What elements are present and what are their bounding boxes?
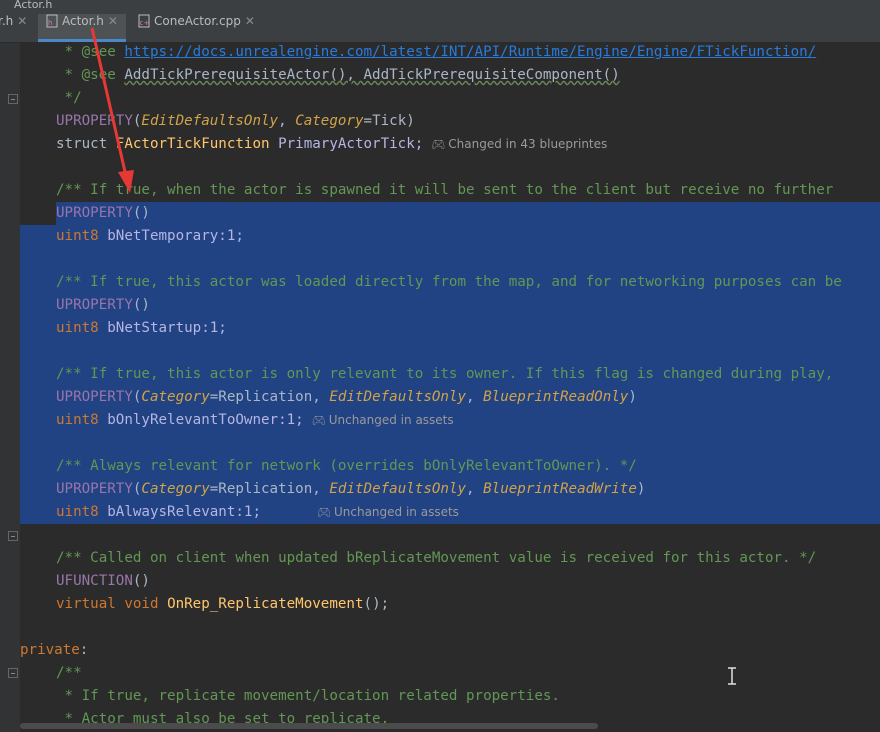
code-line: /** If true, this actor is only relevant… bbox=[56, 366, 834, 382]
svg-text:c+: c+ bbox=[140, 19, 150, 27]
close-icon[interactable]: ✕ bbox=[17, 14, 27, 28]
gamepad-icon: 🎮︎ bbox=[431, 138, 446, 151]
asset-usage-hint[interactable]: 🎮︎ Unchanged in assets bbox=[317, 505, 459, 519]
code-line: * @see AddTickPrerequisiteActor(), AddTi… bbox=[56, 67, 620, 83]
cpp-file-icon: c+ bbox=[138, 14, 150, 28]
editor-gutter bbox=[0, 43, 20, 732]
code-line: /** If true, this actor was loaded direc… bbox=[56, 274, 842, 290]
blueprint-usage-hint[interactable]: 🎮︎ Changed in 43 blueprintes bbox=[431, 137, 607, 151]
code-line: UPROPERTY(Category=Replication, EditDefa… bbox=[56, 389, 637, 405]
code-line: /** If true, when the actor is spawned i… bbox=[56, 182, 834, 198]
code-line: virtual void OnRep_ReplicateMovement(); bbox=[56, 596, 390, 612]
code-line: * @see https://docs.unrealengine.com/lat… bbox=[56, 44, 817, 60]
editor-tab-bar: r.h✕ hActor.h✕ c+ConeActor.cpp✕ bbox=[0, 14, 880, 43]
code-line: uint8 bAlwaysRelevant:1; 🎮︎ Unchanged in a… bbox=[56, 504, 459, 520]
code-line: struct FActorTickFunction PrimaryActorTi… bbox=[56, 136, 608, 152]
tab-coneactor-cpp[interactable]: c+ ConeActor.cpp ✕ bbox=[138, 14, 255, 42]
gamepad-icon: 🎮︎ bbox=[311, 414, 326, 427]
code-line: /** bbox=[56, 665, 82, 681]
tab-label: Actor.h bbox=[62, 14, 104, 28]
window-title-bar: Actor.h bbox=[0, 0, 880, 14]
code-line: private: bbox=[20, 642, 89, 658]
code-line: UPROPERTY() bbox=[56, 205, 150, 221]
asset-usage-hint[interactable]: 🎮︎ Unchanged in assets bbox=[312, 413, 454, 427]
code-line: /** Called on client when updated bRepli… bbox=[56, 550, 817, 566]
code-editor[interactable]: * @see https://docs.unrealengine.com/lat… bbox=[20, 43, 880, 723]
code-line: * If true, replicate movement/location r… bbox=[56, 688, 560, 704]
svg-text:h: h bbox=[48, 19, 52, 27]
doc-link[interactable]: https://docs.unrealengine.com/latest/INT… bbox=[124, 44, 816, 60]
code-line: UPROPERTY(Category=Replication, EditDefa… bbox=[56, 481, 646, 497]
close-icon[interactable]: ✕ bbox=[245, 14, 255, 28]
code-line: */ bbox=[56, 90, 82, 106]
fold-icon[interactable] bbox=[8, 94, 18, 104]
code-line: uint8 bOnlyRelevantToOwner:1; 🎮︎ Unchanged… bbox=[56, 412, 454, 428]
tab-actor-h[interactable]: h Actor.h ✕ bbox=[38, 14, 126, 42]
code-line: uint8 bNetTemporary:1; bbox=[56, 228, 244, 244]
tab-r-h[interactable]: r.h✕ bbox=[0, 14, 34, 42]
code-line: UFUNCTION() bbox=[56, 573, 150, 589]
code-line: UPROPERTY(EditDefaultsOnly, Category=Tic… bbox=[56, 113, 415, 129]
code-line: * Actor must also be set to replicate. bbox=[56, 711, 390, 723]
fold-icon[interactable] bbox=[8, 531, 18, 541]
window-title: Actor.h bbox=[14, 0, 53, 11]
tab-label: ConeActor.cpp bbox=[154, 14, 241, 28]
header-file-icon: h bbox=[46, 14, 58, 28]
gamepad-icon: 🎮︎ bbox=[317, 506, 331, 519]
code-line: UPROPERTY() bbox=[56, 297, 150, 313]
fold-icon[interactable] bbox=[8, 668, 18, 678]
horizontal-scrollbar[interactable] bbox=[20, 723, 598, 729]
text-cursor-icon bbox=[728, 667, 736, 685]
text-selection bbox=[56, 202, 880, 225]
close-icon[interactable]: ✕ bbox=[108, 14, 118, 28]
code-line: uint8 bNetStartup:1; bbox=[56, 320, 227, 336]
code-line: /** Always relevant for network (overrid… bbox=[56, 458, 637, 474]
tab-label: r.h bbox=[0, 14, 14, 28]
